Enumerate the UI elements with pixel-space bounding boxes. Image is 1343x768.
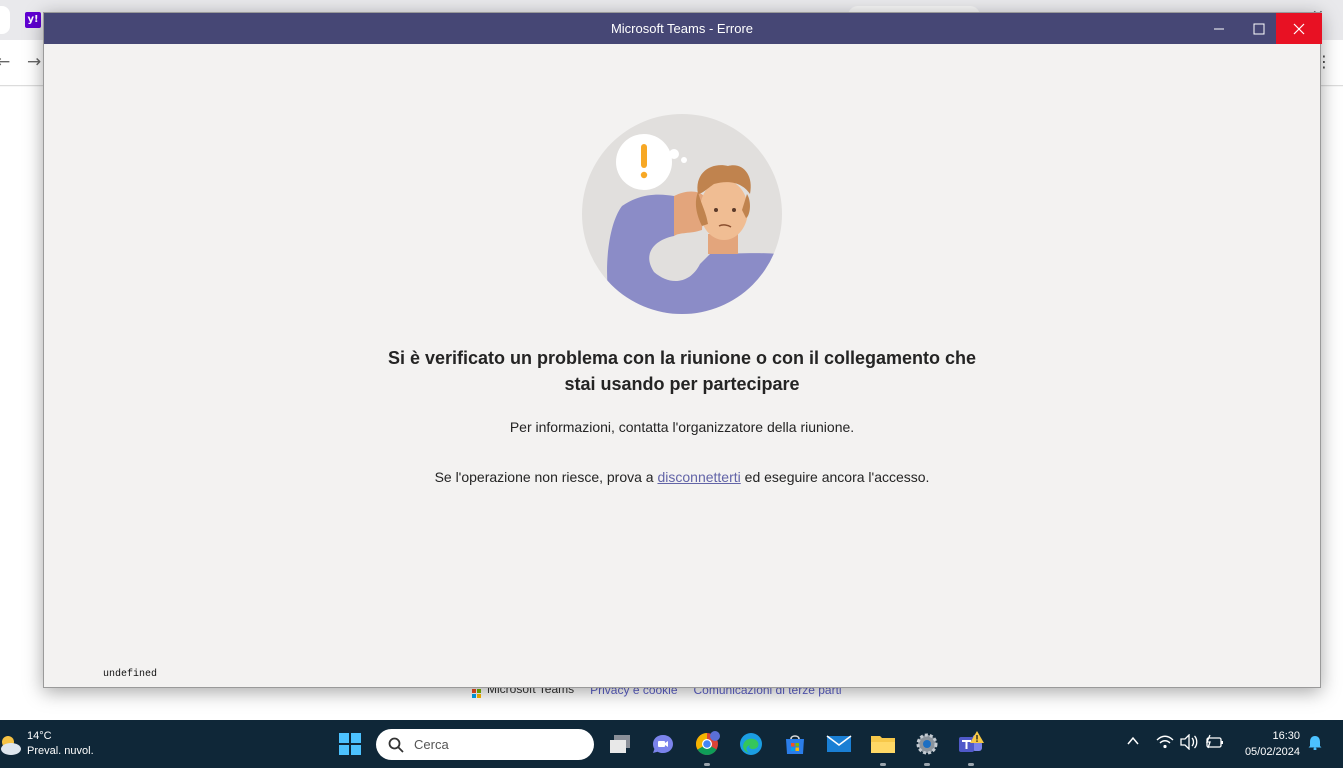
weather-condition: Preval. nuvol. bbox=[27, 745, 94, 757]
exclamation-icon bbox=[641, 144, 647, 168]
error-heading: Si è verificato un problema con la riuni… bbox=[387, 348, 977, 394]
teams-button[interactable] bbox=[957, 730, 985, 766]
running-indicator bbox=[924, 763, 930, 766]
microsoft-store-button[interactable] bbox=[781, 730, 809, 758]
edge-icon bbox=[740, 733, 762, 755]
chevron-up-icon bbox=[1127, 736, 1139, 745]
close-button[interactable] bbox=[1276, 13, 1322, 44]
file-explorer-icon bbox=[871, 736, 895, 753]
sign-out-link[interactable]: disconnetterti bbox=[657, 469, 740, 485]
clock-date: 05/02/2024 bbox=[1244, 746, 1300, 758]
window-title: Microsoft Teams - Errore bbox=[610, 21, 754, 36]
volume-button[interactable] bbox=[1180, 733, 1198, 753]
chrome-icon bbox=[696, 731, 720, 755]
weather-temperature: 14°C bbox=[27, 730, 52, 742]
forward-arrow-icon[interactable]: → bbox=[27, 52, 41, 72]
wifi-button[interactable] bbox=[1156, 734, 1174, 753]
info-message: Per informazioni, contatta l'organizzato… bbox=[509, 419, 855, 435]
task-view-icon bbox=[610, 735, 630, 753]
retry-prefix: Se l'operazione non riesce, prova a bbox=[434, 469, 658, 485]
teams-chat-button[interactable] bbox=[649, 730, 677, 758]
teams-chat-icon bbox=[653, 735, 673, 753]
running-indicator bbox=[968, 763, 974, 766]
running-indicator bbox=[880, 763, 886, 766]
file-explorer-button[interactable] bbox=[869, 730, 897, 766]
start-button[interactable] bbox=[336, 730, 364, 758]
window-titlebar[interactable]: Microsoft Teams - Errore bbox=[44, 13, 1322, 44]
teams-icon bbox=[959, 731, 984, 752]
retry-suffix: ed eseguire ancora l'accesso. bbox=[740, 469, 930, 485]
cloudy-weather-icon bbox=[1, 736, 21, 755]
taskbar-search-box[interactable]: Cerca bbox=[376, 729, 594, 760]
yahoo-tab-icon[interactable]: y! bbox=[25, 12, 41, 28]
debug-text: undefined bbox=[103, 669, 158, 680]
edge-button[interactable] bbox=[737, 730, 765, 758]
microsoft-logo-icon bbox=[472, 689, 481, 698]
settings-button[interactable] bbox=[913, 730, 941, 766]
teams-error-window: Microsoft Teams - Errore Si è verificato… bbox=[43, 12, 1322, 688]
search-placeholder: Cerca bbox=[414, 737, 449, 752]
start-icon bbox=[339, 733, 361, 755]
retry-message: Se l'operazione non riesce, prova a disc… bbox=[282, 469, 1082, 485]
search-icon bbox=[388, 737, 404, 753]
chrome-button[interactable] bbox=[693, 730, 721, 766]
battery-button[interactable] bbox=[1204, 734, 1224, 753]
clock-time: 16:30 bbox=[1272, 730, 1300, 742]
error-illustration bbox=[582, 114, 782, 314]
notifications-button[interactable] bbox=[1307, 734, 1323, 753]
mail-icon bbox=[826, 735, 852, 752]
running-indicator bbox=[704, 763, 710, 766]
taskbar-clock[interactable]: 16:30 05/02/2024 bbox=[1245, 728, 1300, 760]
mail-button[interactable] bbox=[825, 730, 853, 758]
minimize-icon bbox=[1214, 28, 1224, 29]
wifi-icon bbox=[1156, 735, 1174, 749]
close-icon bbox=[1293, 23, 1305, 34]
back-arrow-icon[interactable]: ← bbox=[0, 52, 10, 72]
show-hidden-icons-button[interactable] bbox=[1126, 734, 1140, 751]
store-icon bbox=[786, 735, 804, 754]
battery-charging-icon bbox=[1206, 734, 1223, 749]
volume-icon bbox=[1180, 733, 1198, 751]
browser-tab[interactable] bbox=[0, 6, 10, 34]
settings-icon bbox=[916, 733, 938, 755]
maximize-icon bbox=[1253, 23, 1265, 34]
taskbar: 14°C Preval. nuvol. Cerca 16:30 05/02/20… bbox=[0, 720, 1343, 768]
bell-icon bbox=[1308, 736, 1322, 751]
task-view-button[interactable] bbox=[606, 730, 634, 758]
